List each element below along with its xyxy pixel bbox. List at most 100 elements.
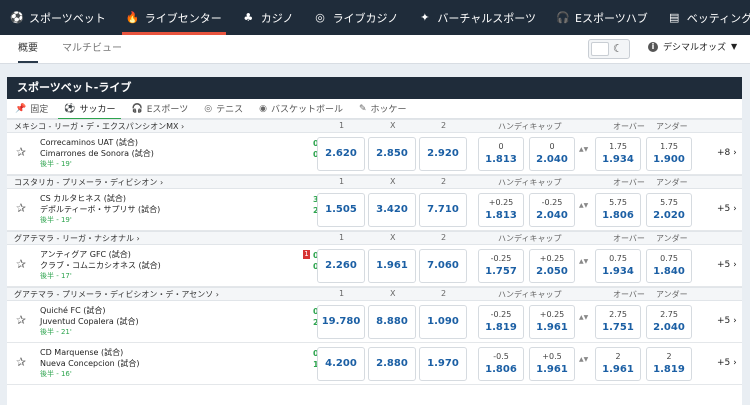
col-header-under: アンダー bbox=[656, 178, 688, 187]
handicap-home-button[interactable]: +0.25 1.813 bbox=[478, 193, 524, 227]
nav-item-5[interactable]: 🎧 Eスポーツハブ bbox=[546, 0, 658, 35]
league-header[interactable]: グアテマラ - リーガ・ナシオナル › 1 X 2 ハンディキャップ オーバー アンダー bbox=[7, 231, 742, 245]
match-teams[interactable]: CS カルタヒネス (試合) デポルティーボ・サプリサ (試合) 後半 - 19' bbox=[40, 193, 160, 226]
line-spinner-icon[interactable]: ▲▼ bbox=[579, 202, 588, 209]
sport-tab-5[interactable]: ✎ ホッケー bbox=[351, 99, 415, 119]
odds-away-button[interactable]: 7.060 bbox=[419, 249, 467, 283]
col-header-x: X bbox=[390, 233, 396, 242]
sport-tab-4[interactable]: ◉ バスケットボール bbox=[251, 99, 351, 119]
odds-draw-button[interactable]: 8.880 bbox=[368, 305, 416, 339]
odds-line: 2.75 bbox=[609, 310, 627, 319]
over-button[interactable]: 2.75 1.751 bbox=[595, 305, 641, 339]
nav-item-0[interactable]: ⚽ スポーツベット bbox=[0, 0, 116, 35]
over-button[interactable]: 0.75 1.934 bbox=[595, 249, 641, 283]
more-markets-link[interactable]: +8 › bbox=[717, 148, 737, 158]
league-name[interactable]: グアテマラ - リーガ・ナシオナル › bbox=[14, 233, 140, 244]
nav-item-3[interactable]: ◎ ライブカジノ bbox=[304, 0, 409, 35]
pin-icon: 📌 bbox=[15, 103, 27, 114]
odds-line: -0.25 bbox=[490, 254, 512, 263]
chevron-right-icon: › bbox=[730, 148, 737, 158]
odds-format-select[interactable]: i デシマルオッズ ▼ bbox=[648, 40, 737, 53]
chevron-right-icon: › bbox=[730, 204, 737, 214]
more-markets-link[interactable]: +5 › bbox=[717, 316, 737, 326]
league-header[interactable]: メキシコ - リーガ・デ・エクスパンシオンMX › 1 X 2 ハンディキャップ オーバー… bbox=[7, 119, 742, 133]
red-card-badge: 1 bbox=[303, 250, 310, 259]
line-spinner-icon[interactable]: ▲▼ bbox=[579, 356, 588, 363]
match-teams[interactable]: アンティグア GFC (試合) クラブ・コムニカシオネス (試合) 後半 - 17' bbox=[40, 249, 161, 282]
sport-tab-label: Eスポーツ bbox=[146, 105, 189, 115]
pin-icon[interactable]: ✰ bbox=[16, 201, 26, 215]
odds-away-button[interactable]: 1.090 bbox=[419, 305, 467, 339]
pin-icon[interactable]: ✰ bbox=[16, 145, 26, 159]
under-button[interactable]: 1.75 1.900 bbox=[646, 137, 692, 171]
odds-home-button[interactable]: 2.260 bbox=[317, 249, 365, 283]
pin-icon[interactable]: ✰ bbox=[16, 355, 26, 369]
sport-tab-0[interactable]: 📌 固定 bbox=[7, 99, 56, 119]
nav-item-6[interactable]: ▤ ベッティングリソー bbox=[658, 0, 750, 35]
handicap-away-button[interactable]: +0.5 1.961 bbox=[529, 347, 575, 381]
away-team: Nueva Concepcion (試合) bbox=[40, 359, 140, 368]
match-teams[interactable]: CD Marquense (試合) Nueva Concepcion (試合) 後半… bbox=[40, 347, 139, 380]
league-header[interactable]: グアテマラ - プリメーラ・ディビシオン・デ・アセンソ › 1 X 2 ハンディキャップ… bbox=[7, 287, 742, 301]
match-time: 後半 - 19' bbox=[40, 160, 72, 168]
odds-format-label: デシマルオッズ bbox=[663, 43, 727, 53]
odds-home-button[interactable]: 1.505 bbox=[317, 193, 365, 227]
league-name[interactable]: グアテマラ - プリメーラ・ディビシオン・デ・アセンソ › bbox=[14, 289, 219, 300]
odds-home-button[interactable]: 19.780 bbox=[317, 305, 365, 339]
sport-filter-bar: 📌 固定 ⚽ サッカー 🎧 Eスポーツ ◎ テニス ◉ バスケットボール ✎ ホッケー bbox=[7, 99, 742, 120]
under-button[interactable]: 2.75 2.040 bbox=[646, 305, 692, 339]
more-markets-link[interactable]: +5 › bbox=[717, 358, 737, 368]
match-teams[interactable]: Quiché FC (試合) Juventud Copalera (試合) 後半 -… bbox=[40, 305, 139, 338]
odds-home-button[interactable]: 2.620 bbox=[317, 137, 365, 171]
match-teams[interactable]: Correcaminos UAT (試合) Cimarrones de Sonor… bbox=[40, 137, 154, 170]
tab-multiview[interactable]: マルチビュー bbox=[62, 35, 122, 63]
odds-draw-button[interactable]: 2.850 bbox=[368, 137, 416, 171]
line-spinner-icon[interactable]: ▲▼ bbox=[579, 146, 588, 153]
league-name[interactable]: メキシコ - リーガ・デ・エクスパンシオンMX › bbox=[14, 121, 184, 132]
under-button[interactable]: 5.75 2.020 bbox=[646, 193, 692, 227]
handicap-away-button[interactable]: +0.25 2.050 bbox=[529, 249, 575, 283]
handicap-home-button[interactable]: 0 1.813 bbox=[478, 137, 524, 171]
odds-draw-button[interactable]: 3.420 bbox=[368, 193, 416, 227]
chevron-right-icon: › bbox=[178, 122, 185, 131]
over-button[interactable]: 2 1.961 bbox=[595, 347, 641, 381]
odds-value: 2.020 bbox=[653, 210, 685, 221]
under-button[interactable]: 0.75 1.840 bbox=[646, 249, 692, 283]
nav-item-2[interactable]: ♣ カジノ bbox=[232, 0, 304, 35]
pin-icon[interactable]: ✰ bbox=[16, 313, 26, 327]
over-button[interactable]: 1.75 1.934 bbox=[595, 137, 641, 171]
match-row: ✰ アンティグア GFC (試合) クラブ・コムニカシオネス (試合) 後半 - 17… bbox=[7, 245, 742, 287]
match-row: ✰ Correcaminos UAT (試合) Cimarrones de Sono… bbox=[7, 133, 742, 175]
sport-tab-3[interactable]: ◎ テニス bbox=[196, 99, 251, 119]
more-markets-link[interactable]: +5 › bbox=[717, 260, 737, 270]
handicap-away-button[interactable]: -0.25 2.040 bbox=[529, 193, 575, 227]
under-button[interactable]: 2 1.819 bbox=[646, 347, 692, 381]
odds-away-button[interactable]: 2.920 bbox=[419, 137, 467, 171]
chevron-right-icon: › bbox=[157, 178, 164, 187]
sport-tab-1[interactable]: ⚽ サッカー bbox=[56, 99, 123, 120]
over-button[interactable]: 5.75 1.806 bbox=[595, 193, 641, 227]
odds-draw-button[interactable]: 2.880 bbox=[368, 347, 416, 381]
more-markets-link[interactable]: +5 › bbox=[717, 204, 737, 214]
odds-away-button[interactable]: 7.710 bbox=[419, 193, 467, 227]
league-name[interactable]: コスタリカ - プリメーラ・ディビシオン › bbox=[14, 177, 163, 188]
odds-home-button[interactable]: 4.200 bbox=[317, 347, 365, 381]
line-spinner-icon[interactable]: ▲▼ bbox=[579, 258, 588, 265]
pin-icon[interactable]: ✰ bbox=[16, 257, 26, 271]
handicap-away-button[interactable]: +0.25 1.961 bbox=[529, 305, 575, 339]
league-header[interactable]: コスタリカ - プリメーラ・ディビシオン › 1 X 2 ハンディキャップ オーバー アンダ… bbox=[7, 175, 742, 189]
handicap-home-button[interactable]: -0.5 1.806 bbox=[478, 347, 524, 381]
nav-item-4[interactable]: ✦ バーチャルスポーツ bbox=[408, 0, 546, 35]
odds-draw-button[interactable]: 1.961 bbox=[368, 249, 416, 283]
handicap-home-button[interactable]: -0.25 1.819 bbox=[478, 305, 524, 339]
dark-mode-toggle[interactable]: ☾ bbox=[588, 39, 630, 59]
col-header-handicap: ハンディキャップ bbox=[498, 178, 562, 187]
odds-away-button[interactable]: 1.970 bbox=[419, 347, 467, 381]
nav-item-1[interactable]: 🔥 ライブセンター bbox=[116, 0, 232, 35]
handicap-away-button[interactable]: 0 2.040 bbox=[529, 137, 575, 171]
tab-overview[interactable]: 概要 bbox=[18, 35, 38, 63]
col-header-1: 1 bbox=[339, 233, 345, 242]
handicap-home-button[interactable]: -0.25 1.757 bbox=[478, 249, 524, 283]
sport-tab-2[interactable]: 🎧 Eスポーツ bbox=[123, 99, 196, 119]
line-spinner-icon[interactable]: ▲▼ bbox=[579, 314, 588, 321]
